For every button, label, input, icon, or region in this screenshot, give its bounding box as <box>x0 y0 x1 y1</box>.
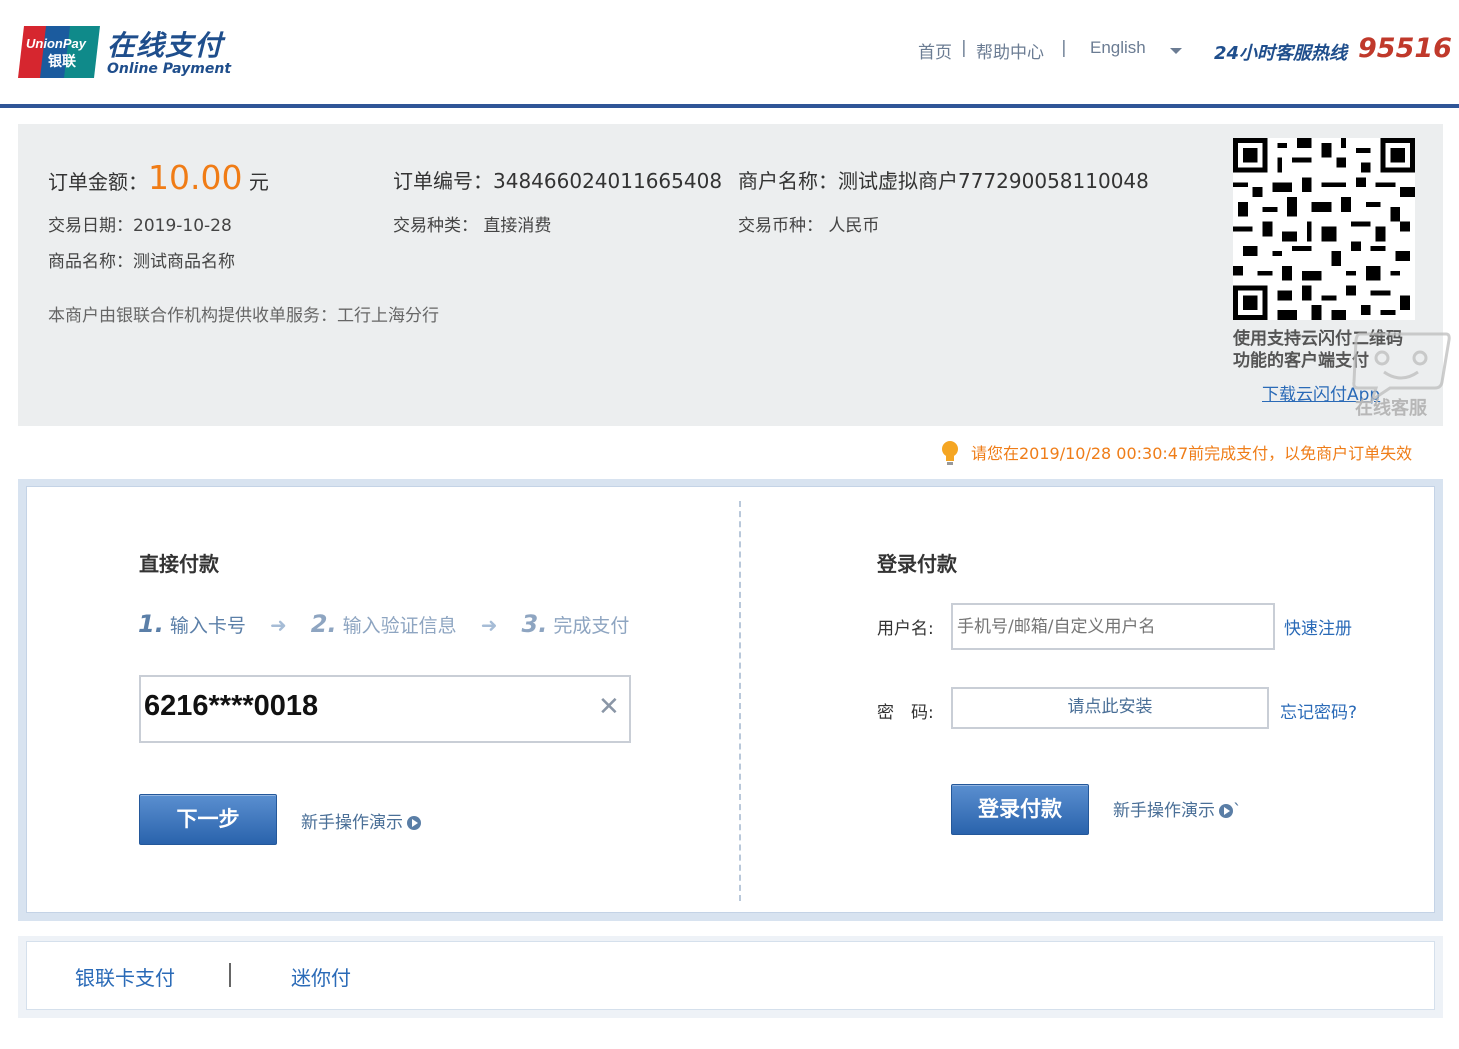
merchant-name-label: 商户名称： <box>738 169 838 193</box>
step-2: 2. 输入验证信息 <box>310 610 457 638</box>
svg-text:银联: 银联 <box>48 53 77 70</box>
arrow-right-icon: ➜ <box>480 613 498 637</box>
tab-separator <box>229 963 231 987</box>
goods-name: 商品名称：测试商品名称 <box>48 247 235 272</box>
card-number-value[interactable]: 6216****0018 <box>144 690 318 723</box>
trade-type-value: 直接消费 <box>483 216 552 236</box>
username-input[interactable] <box>951 603 1275 650</box>
svg-text:UnionPay: UnionPay <box>26 36 87 51</box>
language-select[interactable]: English <box>1090 38 1146 58</box>
install-security-control-button[interactable]: 请点此安装 <box>951 687 1269 729</box>
trade-date: 交易日期：2019-10-28 <box>48 211 232 236</box>
merchant-name: 商户名称：测试虚拟商户777290058110048 <box>738 165 1149 194</box>
password-label: 密 码: <box>877 703 934 723</box>
direct-demo-label[interactable]: 新手操作演示 <box>301 813 403 833</box>
unionpay-logo: UnionPay 银联 <box>18 26 100 78</box>
lightbulb-icon <box>942 441 958 465</box>
nav-separator: | <box>961 38 967 58</box>
hotline-number: 95516 <box>1358 33 1452 64</box>
panel-divider <box>739 501 741 901</box>
play-icon[interactable] <box>407 816 421 830</box>
header-divider <box>0 104 1459 108</box>
order-amount-label: 订单金额： <box>48 170 148 194</box>
merchant-name-value: 测试虚拟商户777290058110048 <box>838 169 1149 193</box>
login-pay-button[interactable]: 登录付款 <box>951 784 1089 835</box>
order-number: 订单编号：348466024011665408 <box>393 165 722 194</box>
qr-code <box>1233 138 1415 320</box>
next-step-button[interactable]: 下一步 <box>139 794 277 845</box>
nav-home-link[interactable]: 首页 <box>918 38 952 63</box>
chevron-down-icon[interactable] <box>1170 48 1182 54</box>
forgot-password-link[interactable]: 忘记密码? <box>1280 698 1357 723</box>
payment-steps: 1. 输入卡号 ➜ 2. 输入验证信息 ➜ 3. 完成支付 <box>138 610 629 638</box>
trade-date-value: 2019-10-28 <box>133 216 232 236</box>
goods-name-label: 商品名称： <box>48 252 133 272</box>
logo-subtitle: Online Payment <box>107 61 232 77</box>
trade-type: 交易种类： 直接消费 <box>393 211 551 236</box>
hotline-label: 24小时客服热线 <box>1214 43 1348 64</box>
order-number-label: 订单编号： <box>393 169 493 193</box>
login-demo-label[interactable]: 新手操作演示 <box>1113 801 1215 821</box>
nav-separator: | <box>1061 38 1067 58</box>
login-pay-title: 登录付款 <box>877 552 957 576</box>
tab-mini-pay[interactable]: 迷你付 <box>291 962 351 991</box>
trade-type-label: 交易种类： <box>393 216 478 236</box>
trade-currency: 交易币种： 人民币 <box>738 211 879 236</box>
order-amount-unit: 元 <box>248 170 269 194</box>
direct-demo-link[interactable]: 新手操作演示 <box>301 808 421 833</box>
customer-service-label[interactable]: 在线客服 <box>1355 394 1427 420</box>
nav-help-link[interactable]: 帮助中心 <box>976 38 1044 63</box>
quick-register-link[interactable]: 快速注册 <box>1284 614 1352 639</box>
order-amount: 订单金额：10.00 元 <box>48 158 269 197</box>
direct-pay-title: 直接付款 <box>139 552 219 576</box>
payment-method-tabs <box>18 936 1443 1018</box>
trade-currency-value: 人民币 <box>828 216 880 236</box>
arrow-right-icon: ➜ <box>269 613 287 637</box>
acquirer-info: 本商户由银联合作机构提供收单服务：工行上海分行 <box>48 306 439 326</box>
username-label: 用户名: <box>877 619 934 639</box>
step-1: 1. 输入卡号 <box>138 610 246 638</box>
clear-icon[interactable]: ✕ <box>598 694 620 720</box>
trade-currency-label: 交易币种： <box>738 216 823 236</box>
order-info-panel: 订单金额：10.00 元 订单编号：348466024011665408 商户名… <box>18 124 1443 426</box>
login-demo-suffix: ` <box>1233 801 1242 821</box>
goods-name-value: 测试商品名称 <box>133 252 235 272</box>
logo-title: 在线支付 <box>107 29 224 62</box>
header: UnionPay 银联 在线支付 Online Payment 首页 | 帮助中… <box>0 0 1459 104</box>
step-3: 3. 完成支付 <box>521 610 630 638</box>
payment-deadline-notice: 请您在2019/10/28 00:30:47前完成支付，以免商户订单失效 <box>971 444 1413 463</box>
order-number-value: 348466024011665408 <box>493 169 723 193</box>
play-icon[interactable] <box>1219 804 1233 818</box>
login-demo-link[interactable]: 新手操作演示 ` <box>1113 796 1242 821</box>
tab-unionpay-card[interactable]: 银联卡支付 <box>75 962 175 991</box>
trade-date-label: 交易日期： <box>48 216 133 236</box>
order-amount-value: 10.00 <box>148 158 243 197</box>
